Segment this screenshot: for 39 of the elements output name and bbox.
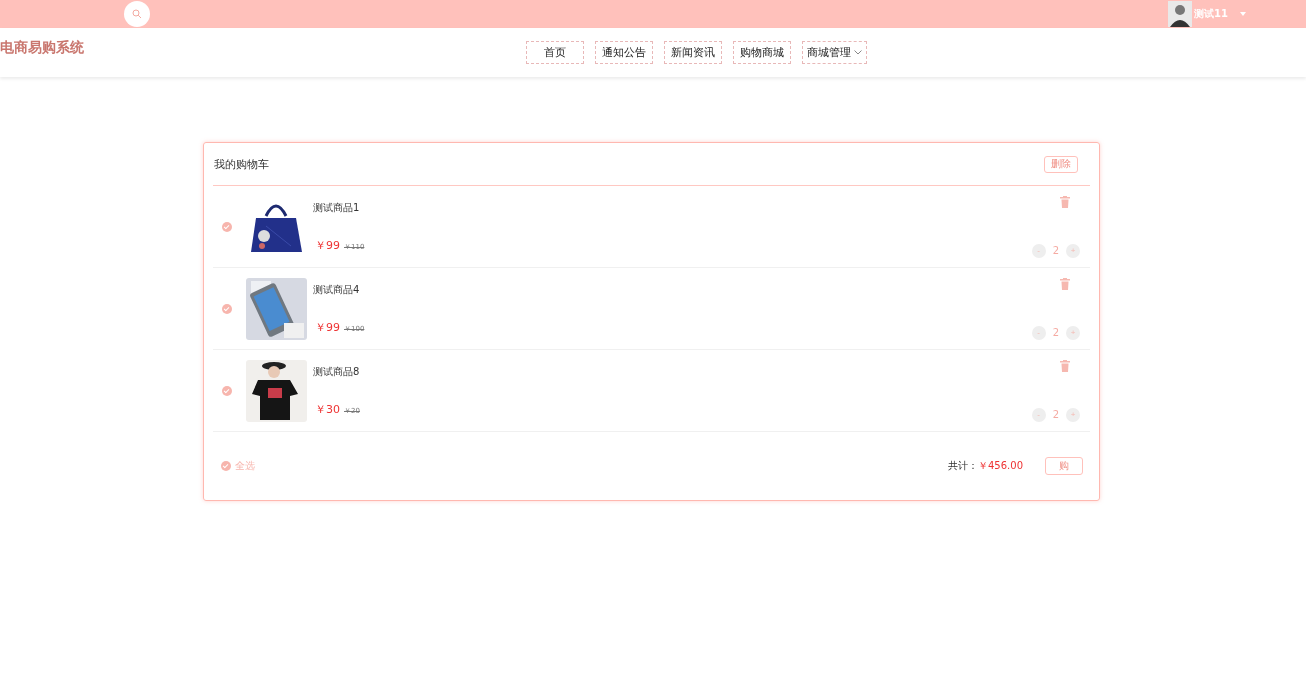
item-checkbox[interactable]	[222, 221, 232, 232]
cart-title: 我的购物车	[214, 156, 269, 172]
increase-button[interactable]: +	[1066, 407, 1080, 422]
decrease-button[interactable]: -	[1031, 407, 1046, 422]
quantity: 2	[1052, 245, 1059, 256]
product-name[interactable]: 测试商品8	[313, 364, 360, 379]
nav-button[interactable]: 通知公告	[595, 41, 653, 64]
delete-button[interactable]: 删除	[1044, 155, 1078, 173]
increase-button[interactable]: +	[1066, 243, 1080, 258]
nav-button[interactable]: 新闻资讯	[664, 41, 722, 64]
quantity: 2	[1052, 327, 1059, 338]
item-checkbox[interactable]	[222, 385, 232, 396]
item-checkbox[interactable]	[222, 303, 232, 314]
logo: 电商易购系统	[0, 38, 84, 57]
trash-icon[interactable]	[1060, 195, 1070, 208]
product-name[interactable]: 测试商品4	[313, 282, 365, 297]
decrease-button[interactable]: -	[1031, 243, 1046, 258]
total-label: 共计：	[948, 459, 978, 473]
decrease-button[interactable]: -	[1031, 325, 1046, 340]
product-price: ￥99	[315, 237, 340, 253]
product-name[interactable]: 测试商品1	[313, 200, 365, 215]
product-price: ￥30	[315, 401, 340, 417]
avatar	[1168, 1, 1193, 27]
nav-button[interactable]: 购物商城	[733, 41, 791, 64]
total-amount: ￥456.00	[978, 459, 1023, 473]
nav-button[interactable]: 首页	[526, 41, 584, 64]
product-price: ￥99	[315, 319, 340, 335]
select-all-checkbox[interactable]	[221, 461, 231, 471]
trash-icon[interactable]	[1060, 359, 1070, 372]
trash-icon[interactable]	[1060, 277, 1070, 290]
checkout-button[interactable]: 购	[1045, 457, 1083, 475]
quantity: 2	[1052, 409, 1059, 420]
caret-icon[interactable]	[1240, 12, 1246, 16]
user-name[interactable]: 测试11	[1194, 7, 1228, 21]
search-button[interactable]	[124, 1, 150, 27]
nav-button[interactable]: 商城管理	[802, 41, 867, 64]
select-all-label[interactable]: 全选	[235, 459, 255, 473]
search-icon	[132, 9, 142, 19]
increase-button[interactable]: +	[1066, 325, 1080, 340]
